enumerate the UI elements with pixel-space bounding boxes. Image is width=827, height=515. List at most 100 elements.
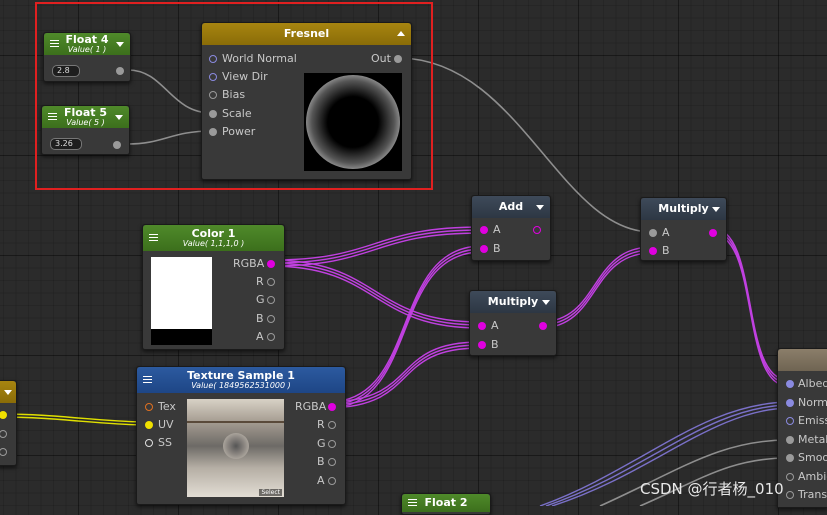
output-port-g[interactable] — [328, 440, 336, 448]
node-partial-left[interactable] — [0, 380, 17, 466]
input-port-view-dir[interactable] — [209, 73, 217, 81]
input-port-b[interactable] — [649, 247, 657, 255]
node-header[interactable]: Float 4 Value( 1 ) — [44, 33, 130, 55]
port-label: R — [317, 418, 325, 431]
node-header[interactable]: Color 1 Value( 1,1,1,0 ) — [143, 225, 284, 251]
collapse-arrow-icon[interactable] — [116, 42, 124, 47]
port-label: RGBA — [233, 257, 265, 270]
output-port-r[interactable] — [267, 278, 275, 286]
collapse-arrow-icon[interactable] — [115, 115, 123, 120]
input-port-world-normal[interactable] — [209, 55, 217, 63]
node-master[interactable]: Albed Norm Emiss Metal Smoo Ambie Trans — [777, 348, 827, 508]
input-port-b[interactable] — [480, 245, 488, 253]
input-port-smoothness[interactable] — [786, 454, 794, 462]
input-port-scale[interactable] — [209, 110, 217, 118]
port-label: B — [256, 312, 264, 325]
node-texture-sample[interactable]: Texture Sample 1 Value( 1849562531000 ) … — [136, 366, 346, 505]
menu-icon[interactable] — [149, 234, 158, 241]
port-label: A — [493, 223, 501, 236]
wire-color-to-mult-a-1 — [269, 259, 481, 323]
port-label: G — [317, 437, 326, 450]
output-port-out[interactable] — [394, 55, 402, 63]
input-port-normal[interactable] — [786, 399, 794, 407]
output-port[interactable] — [116, 67, 124, 75]
color-swatch[interactable] — [151, 257, 212, 345]
fresnel-preview — [304, 73, 402, 171]
menu-icon[interactable] — [143, 376, 152, 383]
output-port[interactable] — [539, 322, 547, 330]
port-label: B — [491, 338, 499, 351]
output-port-rgba[interactable] — [267, 260, 275, 268]
port-label: Scale — [222, 107, 252, 120]
input-port-tex[interactable] — [145, 403, 153, 411]
node-header[interactable]: Float 5 Value( 5 ) — [42, 106, 129, 128]
node-multiply-mid[interactable]: Multiply A B — [469, 290, 557, 356]
node-header[interactable]: Add — [472, 196, 550, 218]
input-port-a[interactable] — [649, 229, 657, 237]
collapse-arrow-icon[interactable] — [542, 300, 550, 305]
node-subtitle: Value( 1,1,1,0 ) — [182, 238, 245, 248]
output-port-g[interactable] — [267, 296, 275, 304]
node-header[interactable]: Multiply — [641, 198, 726, 220]
node-title: Fresnel — [283, 27, 330, 40]
input-port-albedo[interactable] — [786, 380, 794, 388]
output-port-r[interactable] — [328, 421, 336, 429]
output-port-b[interactable] — [328, 458, 336, 466]
menu-icon[interactable] — [408, 499, 417, 506]
input-port-a[interactable] — [478, 322, 486, 330]
node-float4[interactable]: Float 4 Value( 1 ) 2.8 — [43, 32, 131, 82]
value-input[interactable]: 3.26 — [50, 138, 82, 150]
node-float2[interactable]: Float 2 — [401, 493, 491, 515]
menu-icon[interactable] — [50, 40, 59, 47]
node-fresnel[interactable]: Fresnel World Normal View Dir Bias Scale… — [201, 22, 412, 180]
collapse-arrow-icon[interactable] — [4, 390, 12, 395]
input-port-uv[interactable] — [145, 421, 153, 429]
input-port-ambient[interactable] — [786, 473, 794, 481]
output-port[interactable] — [0, 411, 7, 419]
wire-color-to-add-a-1 — [269, 226, 483, 261]
collapse-arrow-icon[interactable] — [397, 31, 405, 36]
node-color1[interactable]: Color 1 Value( 1,1,1,0 ) RGBA R G B A — [142, 224, 285, 350]
node-header[interactable]: Fresnel — [202, 23, 411, 45]
output-port[interactable] — [113, 141, 121, 149]
output-port-b[interactable] — [267, 315, 275, 323]
output-port[interactable] — [533, 226, 541, 234]
node-title: Texture Sample 1 — [187, 368, 295, 382]
input-port-a[interactable] — [480, 226, 488, 234]
node-header[interactable]: Multiply — [470, 291, 556, 313]
node-float5[interactable]: Float 5 Value( 5 ) 3.26 — [41, 105, 130, 155]
value-input[interactable]: 2.8 — [52, 65, 80, 77]
node-multiply-right[interactable]: Multiply A B — [640, 197, 727, 261]
node-header[interactable] — [778, 349, 827, 371]
output-port-rgba[interactable] — [328, 403, 336, 411]
collapse-arrow-icon[interactable] — [712, 207, 720, 212]
node-add[interactable]: Add A B — [471, 195, 551, 261]
output-port-a[interactable] — [267, 333, 275, 341]
input-port-b[interactable] — [478, 341, 486, 349]
input-port-translucency[interactable] — [786, 491, 794, 499]
port-label: Norm — [798, 396, 827, 409]
output-port[interactable] — [709, 229, 717, 237]
port-label: B — [317, 455, 325, 468]
input-port-bias[interactable] — [209, 91, 217, 99]
port-label: A — [317, 474, 325, 487]
port-label: B — [662, 244, 670, 257]
output-port[interactable] — [0, 448, 7, 456]
menu-icon[interactable] — [48, 113, 57, 120]
input-port-power[interactable] — [209, 128, 217, 136]
port-label: Metal — [798, 433, 827, 446]
texture-preview[interactable]: Select — [187, 399, 284, 497]
output-port[interactable] — [0, 430, 7, 438]
node-header[interactable]: Texture Sample 1 Value( 1849562531000 ) — [137, 367, 345, 393]
node-header[interactable]: Float 2 — [402, 494, 490, 512]
select-label[interactable]: Select — [259, 489, 282, 496]
input-port-emission[interactable] — [786, 417, 794, 425]
input-port-ss[interactable] — [145, 439, 153, 447]
node-header[interactable] — [0, 381, 16, 403]
node-title: Color 1 — [191, 226, 236, 240]
port-label: Emiss — [798, 414, 827, 427]
input-port-metallic[interactable] — [786, 436, 794, 444]
collapse-arrow-icon[interactable] — [536, 205, 544, 210]
output-port-a[interactable] — [328, 477, 336, 485]
wire-tex-to-mult-b-1 — [329, 341, 481, 403]
